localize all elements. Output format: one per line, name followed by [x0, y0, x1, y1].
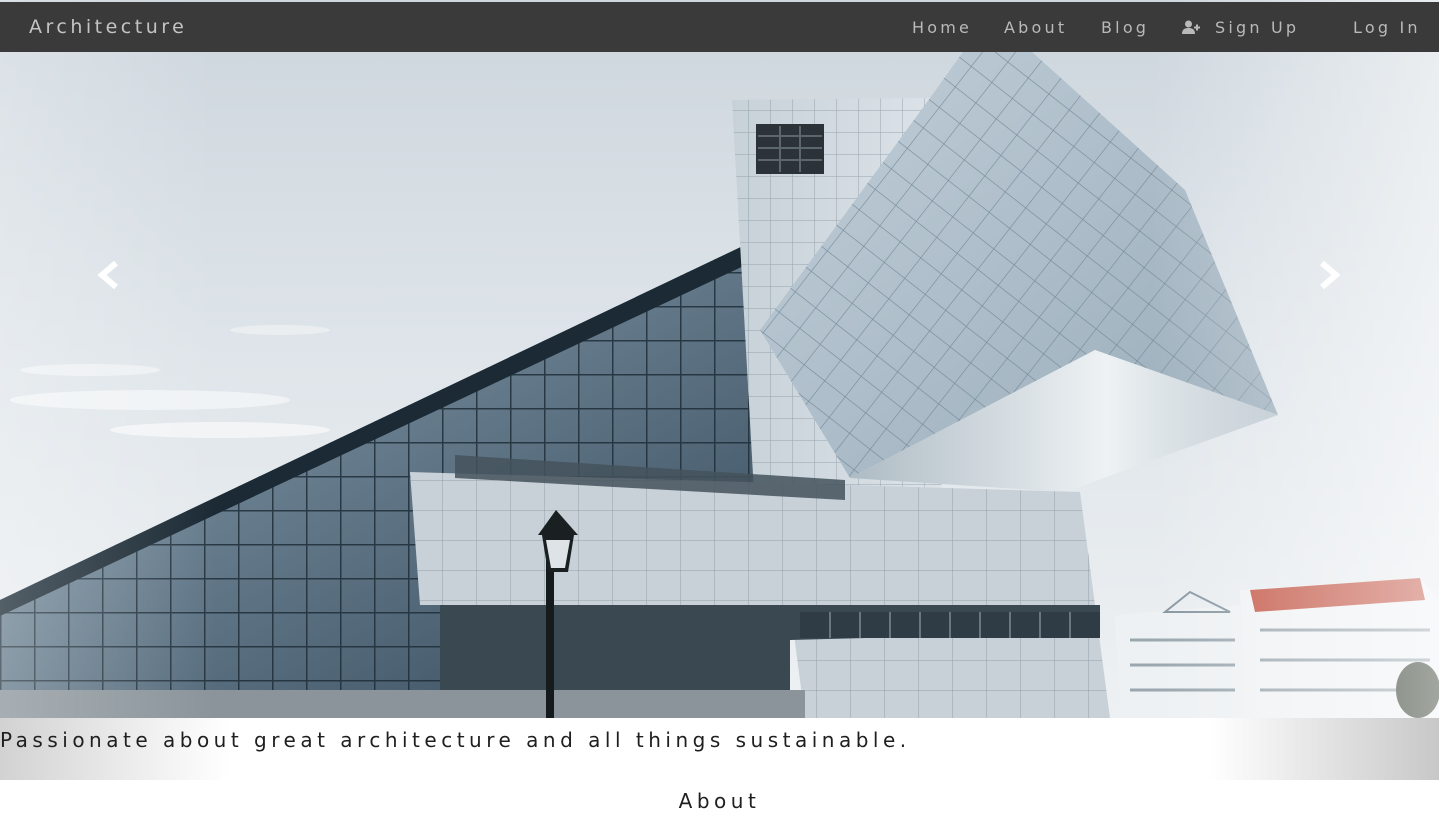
- nav-login-link[interactable]: Log In: [1353, 18, 1421, 37]
- hero-carousel: [0, 0, 1439, 718]
- carousel-prev-button[interactable]: [90, 255, 130, 295]
- about-section-title: About: [678, 789, 761, 813]
- brand-logo[interactable]: Architecture: [29, 16, 187, 38]
- nav-signup-label: Sign Up: [1215, 18, 1300, 37]
- user-plus-icon: [1182, 20, 1200, 39]
- chevron-right-icon: [1320, 260, 1341, 290]
- navbar: Architecture Home About Blog Sign Up Log…: [0, 2, 1439, 52]
- chevron-left-icon: [97, 260, 118, 290]
- carousel-next-button[interactable]: [1308, 255, 1348, 295]
- carousel-caption: Passionate about great architecture and …: [0, 728, 911, 752]
- nav-signup-link[interactable]: Sign Up: [1182, 18, 1299, 39]
- carousel-caption-band: Passionate about great architecture and …: [0, 718, 1439, 780]
- nav-home-link[interactable]: Home: [912, 18, 972, 37]
- nav-about-link[interactable]: About: [1004, 18, 1067, 37]
- hero-image: [0, 0, 1439, 718]
- nav-blog-link[interactable]: Blog: [1101, 18, 1149, 37]
